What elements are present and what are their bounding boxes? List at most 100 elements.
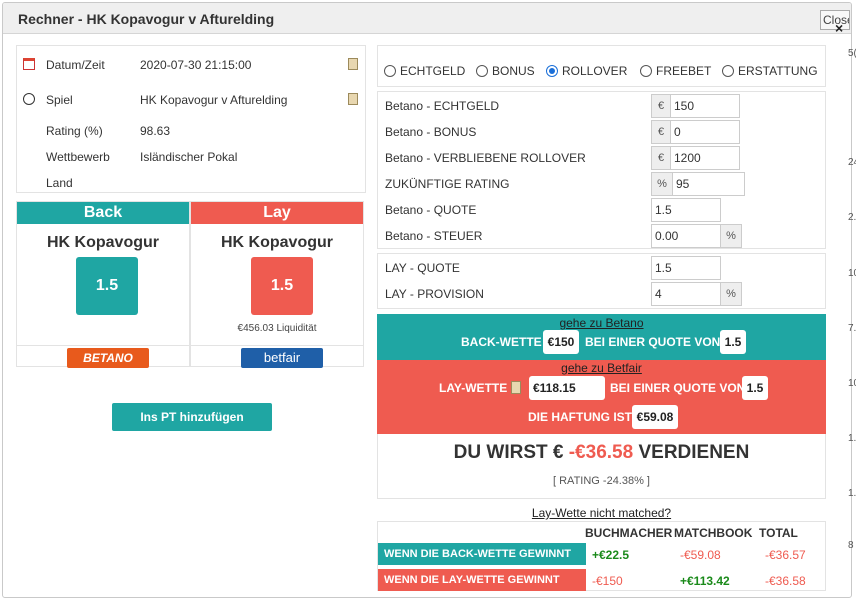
background-text: 1. <box>848 488 856 499</box>
radio-circle[interactable] <box>640 65 652 77</box>
field-echtgeld: Betano - ECHTGELD € 150 <box>378 92 827 118</box>
back-bet-panel: gehe zu Betano BACK-WETTE €150 BEI EINER… <box>377 314 826 360</box>
radio-circle-checked[interactable] <box>546 65 558 77</box>
info-row-competition: Wettbewerb Isländischer Pokal <box>17 148 367 168</box>
lay-unmatched-link[interactable]: Lay-Wette nicht matched? <box>377 506 826 520</box>
copy-icon[interactable] <box>348 58 358 70</box>
dialog-title: Rechner - HK Kopavogur v Afturelding <box>18 11 275 27</box>
info-value: HK Kopavogur v Afturelding <box>140 93 288 107</box>
info-row-country: Land <box>17 174 367 194</box>
info-row-datetime: Datum/Zeit 2020-07-30 21:15:00 <box>17 56 367 76</box>
lay-team: HK Kopavogur <box>221 234 333 251</box>
copy-icon[interactable] <box>348 93 358 105</box>
field-label: Betano - QUOTE <box>385 203 477 217</box>
percent-addon: % <box>651 172 673 196</box>
result-panel: DU WIRST € -€36.58 VERDIENEN [ RATING -2… <box>377 434 826 499</box>
background-text: 2. <box>848 212 856 223</box>
field-quote: Betano - QUOTE 1.5 <box>378 196 827 222</box>
rollover-input[interactable]: 1200 <box>670 146 740 170</box>
lay-odds-value: 1.5 <box>742 376 768 400</box>
column-header: MATCHBOOK <box>674 526 753 540</box>
info-label: Rating (%) <box>46 124 103 138</box>
field-future-rating: ZUKÜNFTIGE RATING % 95 <box>378 170 827 196</box>
row-label-lay-wins: WENN DIE LAY-WETTE GEWINNT <box>378 569 586 591</box>
background-text: 1. <box>848 433 856 444</box>
divider <box>17 345 189 346</box>
info-label: Spiel <box>46 93 73 107</box>
field-label: Betano - ECHTGELD <box>385 99 500 113</box>
info-row-rating: Rating (%) 98.63 <box>17 122 367 142</box>
quote-input[interactable]: 1.5 <box>651 198 721 222</box>
info-label: Datum/Zeit <box>46 58 105 72</box>
cell-bookmaker: +€22.5 <box>592 548 630 562</box>
percent-addon: % <box>720 282 742 306</box>
back-odds-value: 1.5 <box>720 330 746 354</box>
cell-matchbook: -€59.08 <box>680 548 721 562</box>
football-icon <box>23 93 35 105</box>
add-to-pt-button[interactable]: Ins PT hinzufügen <box>112 403 272 431</box>
odds-label: BEI EINER QUOTE VON <box>585 335 721 349</box>
dialog-titlebar: Rechner - HK Kopavogur v Afturelding Clo… <box>3 3 851 36</box>
liability-value: €59.08 <box>632 405 678 429</box>
cell-total: -€36.58 <box>765 574 806 588</box>
field-bonus: Betano - BONUS € 0 <box>378 118 827 144</box>
column-header: TOTAL <box>759 526 798 540</box>
field-label: LAY - QUOTE <box>385 261 460 275</box>
field-tax: Betano - STEUER 0.00 % <box>378 222 827 248</box>
result-rating: [ RATING -24.38% ] <box>553 475 650 487</box>
radio-circle[interactable] <box>476 65 488 77</box>
info-label: Land <box>46 176 73 190</box>
outcome-table: BUCHMACHER MATCHBOOK TOTAL WENN DIE BACK… <box>377 521 826 591</box>
field-rollover: Betano - VERBLIEBENE ROLLOVER € 1200 <box>378 144 827 170</box>
future-rating-input[interactable]: 95 <box>672 172 745 196</box>
euro-addon: € <box>651 120 671 144</box>
row-label-back-wins: WENN DIE BACK-WETTE GEWINNT <box>378 543 586 565</box>
info-value: 2020-07-30 21:15:00 <box>140 58 252 72</box>
echtgeld-input[interactable]: 150 <box>670 94 740 118</box>
go-to-betano-link[interactable]: gehe zu Betano <box>377 316 826 330</box>
tax-input[interactable]: 0.00 <box>651 224 721 248</box>
back-bet-label: BACK-WETTE <box>461 335 542 349</box>
close-icon[interactable]: × <box>835 20 843 36</box>
euro-addon: € <box>651 146 671 170</box>
field-label: Betano - VERBLIEBENE ROLLOVER <box>385 151 586 165</box>
event-info-panel: Datum/Zeit 2020-07-30 21:15:00 Spiel HK … <box>16 45 366 193</box>
background-text: 10 <box>848 378 856 389</box>
lay-commission-input[interactable]: 4 <box>651 282 721 306</box>
cell-bookmaker: -€150 <box>592 574 623 588</box>
info-row-match: Spiel HK Kopavogur v Afturelding <box>17 91 367 111</box>
odds-label: BEI EINER QUOTE VON <box>610 381 746 395</box>
lay-header: Lay <box>191 202 363 224</box>
field-lay-commission: LAY - PROVISION 4 % <box>378 280 827 306</box>
info-value: Isländischer Pokal <box>140 150 238 164</box>
divider <box>191 345 363 346</box>
radio-circle[interactable] <box>722 65 734 77</box>
profit-summary: DU WIRST € -€36.58 VERDIENEN <box>378 442 825 464</box>
go-to-betfair-link[interactable]: gehe zu Betfair <box>377 361 826 375</box>
field-lay-quote: LAY - QUOTE 1.5 <box>378 254 827 280</box>
profit-suffix: VERDIENEN <box>638 442 750 463</box>
back-odds[interactable]: 1.5 <box>76 257 138 315</box>
copy-icon[interactable] <box>511 381 521 394</box>
lay-odds[interactable]: 1.5 <box>251 257 313 315</box>
lay-bet-panel: gehe zu Betfair LAY-WETTE €118.15 BEI EI… <box>377 360 826 434</box>
lay-fields: LAY - QUOTE 1.5 LAY - PROVISION 4 % <box>377 253 826 309</box>
lay-card: Lay HK Kopavogur 1.5 €456.03 Liquidität … <box>190 201 364 368</box>
bookmaker-fields: Betano - ECHTGELD € 150 Betano - BONUS €… <box>377 91 826 249</box>
lay-quote-input[interactable]: 1.5 <box>651 256 721 280</box>
betano-logo[interactable]: BETANO <box>67 348 149 368</box>
radio-label: ROLLOVER <box>562 64 628 78</box>
calendar-icon <box>23 58 35 70</box>
euro-addon: € <box>651 94 671 118</box>
bet-type-radio-group: ECHTGELD BONUS ROLLOVER FREEBET ERSTATTU… <box>377 45 826 87</box>
percent-addon: % <box>720 224 742 248</box>
info-label: Wettbewerb <box>46 150 110 164</box>
bonus-input[interactable]: 0 <box>670 120 740 144</box>
lay-liquidity: €456.03 Liquidität <box>237 323 317 334</box>
column-header: BUCHMACHER <box>585 526 673 540</box>
background-text: 7. <box>848 323 856 334</box>
background-text: 24 <box>848 157 856 168</box>
background-text: 5( <box>848 48 856 59</box>
betfair-logo[interactable]: betfair <box>241 348 323 368</box>
radio-circle[interactable] <box>384 65 396 77</box>
